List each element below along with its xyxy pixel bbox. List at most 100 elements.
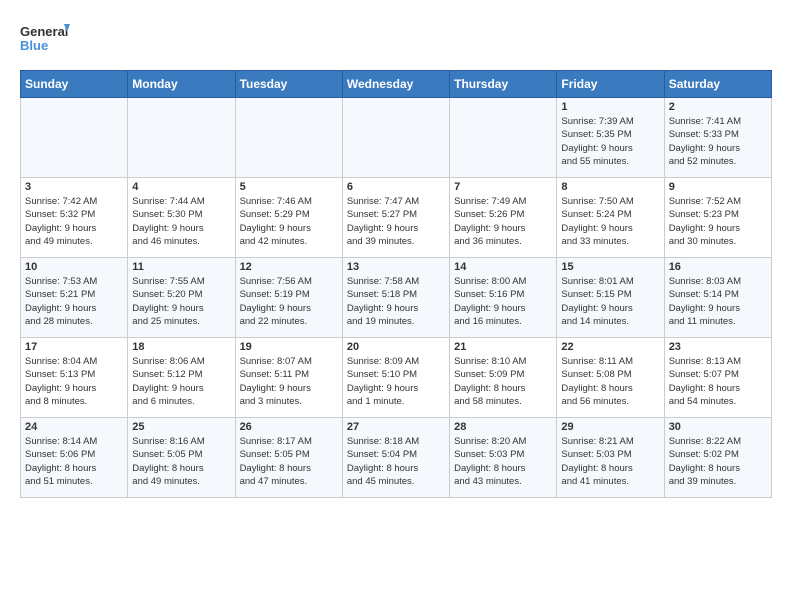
calendar-cell: 21 Sunrise: 8:10 AM Sunset: 5:09 PM Dayli… bbox=[450, 338, 557, 418]
day-info: Sunrise: 8:09 AM Sunset: 5:10 PM Dayligh… bbox=[347, 355, 445, 408]
weekday-header-monday: Monday bbox=[128, 71, 235, 98]
calendar-week-row: 3Sunrise: 7:42 AM Sunset: 5:32 PM Daylig… bbox=[21, 178, 772, 258]
calendar-cell: 20 Sunrise: 8:09 AM Sunset: 5:10 PM Dayli… bbox=[342, 338, 449, 418]
day-number: 3 bbox=[25, 181, 123, 193]
day-number: 11 bbox=[132, 261, 230, 273]
calendar-cell: 15 Sunrise: 8:01 AM Sunset: 5:15 PM Dayli… bbox=[557, 258, 664, 338]
day-number: 4 bbox=[132, 181, 230, 193]
calendar-cell: 6 Sunrise: 7:47 AM Sunset: 5:27 PM Daylig… bbox=[342, 178, 449, 258]
calendar-cell: 28Sunrise: 8:20 AM Sunset: 5:03 PM Dayli… bbox=[450, 418, 557, 498]
day-info: Sunrise: 7:53 AM Sunset: 5:21 PM Dayligh… bbox=[25, 275, 123, 328]
calendar-cell: 24 Sunrise: 8:14 AM Sunset: 5:06 PM Dayli… bbox=[21, 418, 128, 498]
day-number: 2 bbox=[669, 101, 767, 113]
day-info: Sunrise: 8:10 AM Sunset: 5:09 PM Dayligh… bbox=[454, 355, 552, 408]
day-number: 8 bbox=[561, 181, 659, 193]
day-number: 14 bbox=[454, 261, 552, 273]
calendar-cell bbox=[21, 98, 128, 178]
calendar-cell: 16Sunrise: 8:03 AM Sunset: 5:14 PM Dayli… bbox=[664, 258, 771, 338]
day-info: Sunrise: 8:04 AM Sunset: 5:13 PM Dayligh… bbox=[25, 355, 123, 408]
calendar-cell: 10 Sunrise: 7:53 AM Sunset: 5:21 PM Dayli… bbox=[21, 258, 128, 338]
calendar-week-row: 24 Sunrise: 8:14 AM Sunset: 5:06 PM Dayli… bbox=[21, 418, 772, 498]
day-info: Sunrise: 7:50 AM Sunset: 5:24 PM Dayligh… bbox=[561, 195, 659, 248]
day-number: 25 bbox=[132, 421, 230, 433]
day-number: 1 bbox=[561, 101, 659, 113]
day-info: Sunrise: 8:06 AM Sunset: 5:12 PM Dayligh… bbox=[132, 355, 230, 408]
day-number: 28 bbox=[454, 421, 552, 433]
calendar-cell: 3Sunrise: 7:42 AM Sunset: 5:32 PM Daylig… bbox=[21, 178, 128, 258]
day-info: Sunrise: 7:46 AM Sunset: 5:29 PM Dayligh… bbox=[240, 195, 338, 248]
calendar-cell: 8 Sunrise: 7:50 AM Sunset: 5:24 PM Daylig… bbox=[557, 178, 664, 258]
day-info: Sunrise: 8:16 AM Sunset: 5:05 PM Dayligh… bbox=[132, 435, 230, 488]
weekday-header-saturday: Saturday bbox=[664, 71, 771, 98]
logo-svg: General Blue bbox=[20, 20, 70, 60]
calendar-cell: 29 Sunrise: 8:21 AM Sunset: 5:03 PM Dayli… bbox=[557, 418, 664, 498]
day-info: Sunrise: 7:47 AM Sunset: 5:27 PM Dayligh… bbox=[347, 195, 445, 248]
weekday-header-tuesday: Tuesday bbox=[235, 71, 342, 98]
calendar-cell: 25 Sunrise: 8:16 AM Sunset: 5:05 PM Dayli… bbox=[128, 418, 235, 498]
calendar-cell: 30 Sunrise: 8:22 AM Sunset: 5:02 PM Dayli… bbox=[664, 418, 771, 498]
calendar-cell: 26 Sunrise: 8:17 AM Sunset: 5:05 PM Dayli… bbox=[235, 418, 342, 498]
day-info: Sunrise: 7:39 AM Sunset: 5:35 PM Dayligh… bbox=[561, 115, 659, 168]
day-number: 15 bbox=[561, 261, 659, 273]
day-number: 20 bbox=[347, 341, 445, 353]
calendar-week-row: 10 Sunrise: 7:53 AM Sunset: 5:21 PM Dayli… bbox=[21, 258, 772, 338]
day-number: 27 bbox=[347, 421, 445, 433]
calendar-cell: 1 Sunrise: 7:39 AM Sunset: 5:35 PM Daylig… bbox=[557, 98, 664, 178]
day-number: 24 bbox=[25, 421, 123, 433]
day-info: Sunrise: 8:22 AM Sunset: 5:02 PM Dayligh… bbox=[669, 435, 767, 488]
day-info: Sunrise: 8:17 AM Sunset: 5:05 PM Dayligh… bbox=[240, 435, 338, 488]
day-info: Sunrise: 8:14 AM Sunset: 5:06 PM Dayligh… bbox=[25, 435, 123, 488]
day-number: 10 bbox=[25, 261, 123, 273]
day-number: 29 bbox=[561, 421, 659, 433]
calendar-cell: 23Sunrise: 8:13 AM Sunset: 5:07 PM Dayli… bbox=[664, 338, 771, 418]
day-number: 5 bbox=[240, 181, 338, 193]
calendar-cell bbox=[342, 98, 449, 178]
day-number: 12 bbox=[240, 261, 338, 273]
calendar-week-row: 1 Sunrise: 7:39 AM Sunset: 5:35 PM Daylig… bbox=[21, 98, 772, 178]
day-info: Sunrise: 7:44 AM Sunset: 5:30 PM Dayligh… bbox=[132, 195, 230, 248]
calendar-cell: 27 Sunrise: 8:18 AM Sunset: 5:04 PM Dayli… bbox=[342, 418, 449, 498]
day-number: 22 bbox=[561, 341, 659, 353]
calendar-cell: 22Sunrise: 8:11 AM Sunset: 5:08 PM Dayli… bbox=[557, 338, 664, 418]
day-info: Sunrise: 7:55 AM Sunset: 5:20 PM Dayligh… bbox=[132, 275, 230, 328]
day-info: Sunrise: 8:03 AM Sunset: 5:14 PM Dayligh… bbox=[669, 275, 767, 328]
day-info: Sunrise: 8:21 AM Sunset: 5:03 PM Dayligh… bbox=[561, 435, 659, 488]
day-number: 18 bbox=[132, 341, 230, 353]
calendar-cell: 12 Sunrise: 7:56 AM Sunset: 5:19 PM Dayli… bbox=[235, 258, 342, 338]
day-number: 13 bbox=[347, 261, 445, 273]
weekday-header-wednesday: Wednesday bbox=[342, 71, 449, 98]
calendar-cell: 14Sunrise: 8:00 AM Sunset: 5:16 PM Dayli… bbox=[450, 258, 557, 338]
calendar-cell: 11 Sunrise: 7:55 AM Sunset: 5:20 PM Dayli… bbox=[128, 258, 235, 338]
day-info: Sunrise: 7:52 AM Sunset: 5:23 PM Dayligh… bbox=[669, 195, 767, 248]
calendar-cell: 2 Sunrise: 7:41 AM Sunset: 5:33 PM Daylig… bbox=[664, 98, 771, 178]
day-info: Sunrise: 8:18 AM Sunset: 5:04 PM Dayligh… bbox=[347, 435, 445, 488]
day-info: Sunrise: 7:56 AM Sunset: 5:19 PM Dayligh… bbox=[240, 275, 338, 328]
day-number: 21 bbox=[454, 341, 552, 353]
day-number: 17 bbox=[25, 341, 123, 353]
day-number: 6 bbox=[347, 181, 445, 193]
day-info: Sunrise: 7:41 AM Sunset: 5:33 PM Dayligh… bbox=[669, 115, 767, 168]
weekday-header-friday: Friday bbox=[557, 71, 664, 98]
day-info: Sunrise: 7:58 AM Sunset: 5:18 PM Dayligh… bbox=[347, 275, 445, 328]
svg-text:General: General bbox=[20, 24, 68, 39]
day-info: Sunrise: 7:49 AM Sunset: 5:26 PM Dayligh… bbox=[454, 195, 552, 248]
svg-text:Blue: Blue bbox=[20, 38, 48, 53]
page-header: General Blue bbox=[20, 20, 772, 60]
day-info: Sunrise: 8:07 AM Sunset: 5:11 PM Dayligh… bbox=[240, 355, 338, 408]
day-number: 19 bbox=[240, 341, 338, 353]
calendar-cell: 18 Sunrise: 8:06 AM Sunset: 5:12 PM Dayli… bbox=[128, 338, 235, 418]
calendar-cell: 4 Sunrise: 7:44 AM Sunset: 5:30 PM Daylig… bbox=[128, 178, 235, 258]
calendar-cell bbox=[450, 98, 557, 178]
day-number: 30 bbox=[669, 421, 767, 433]
day-number: 23 bbox=[669, 341, 767, 353]
calendar-week-row: 17 Sunrise: 8:04 AM Sunset: 5:13 PM Dayli… bbox=[21, 338, 772, 418]
day-number: 7 bbox=[454, 181, 552, 193]
weekday-header-sunday: Sunday bbox=[21, 71, 128, 98]
weekday-header-row: SundayMondayTuesdayWednesdayThursdayFrid… bbox=[21, 71, 772, 98]
calendar-cell bbox=[235, 98, 342, 178]
calendar-cell: 5 Sunrise: 7:46 AM Sunset: 5:29 PM Daylig… bbox=[235, 178, 342, 258]
day-number: 26 bbox=[240, 421, 338, 433]
calendar-cell: 19 Sunrise: 8:07 AM Sunset: 5:11 PM Dayli… bbox=[235, 338, 342, 418]
day-info: Sunrise: 8:01 AM Sunset: 5:15 PM Dayligh… bbox=[561, 275, 659, 328]
calendar-cell: 13 Sunrise: 7:58 AM Sunset: 5:18 PM Dayli… bbox=[342, 258, 449, 338]
